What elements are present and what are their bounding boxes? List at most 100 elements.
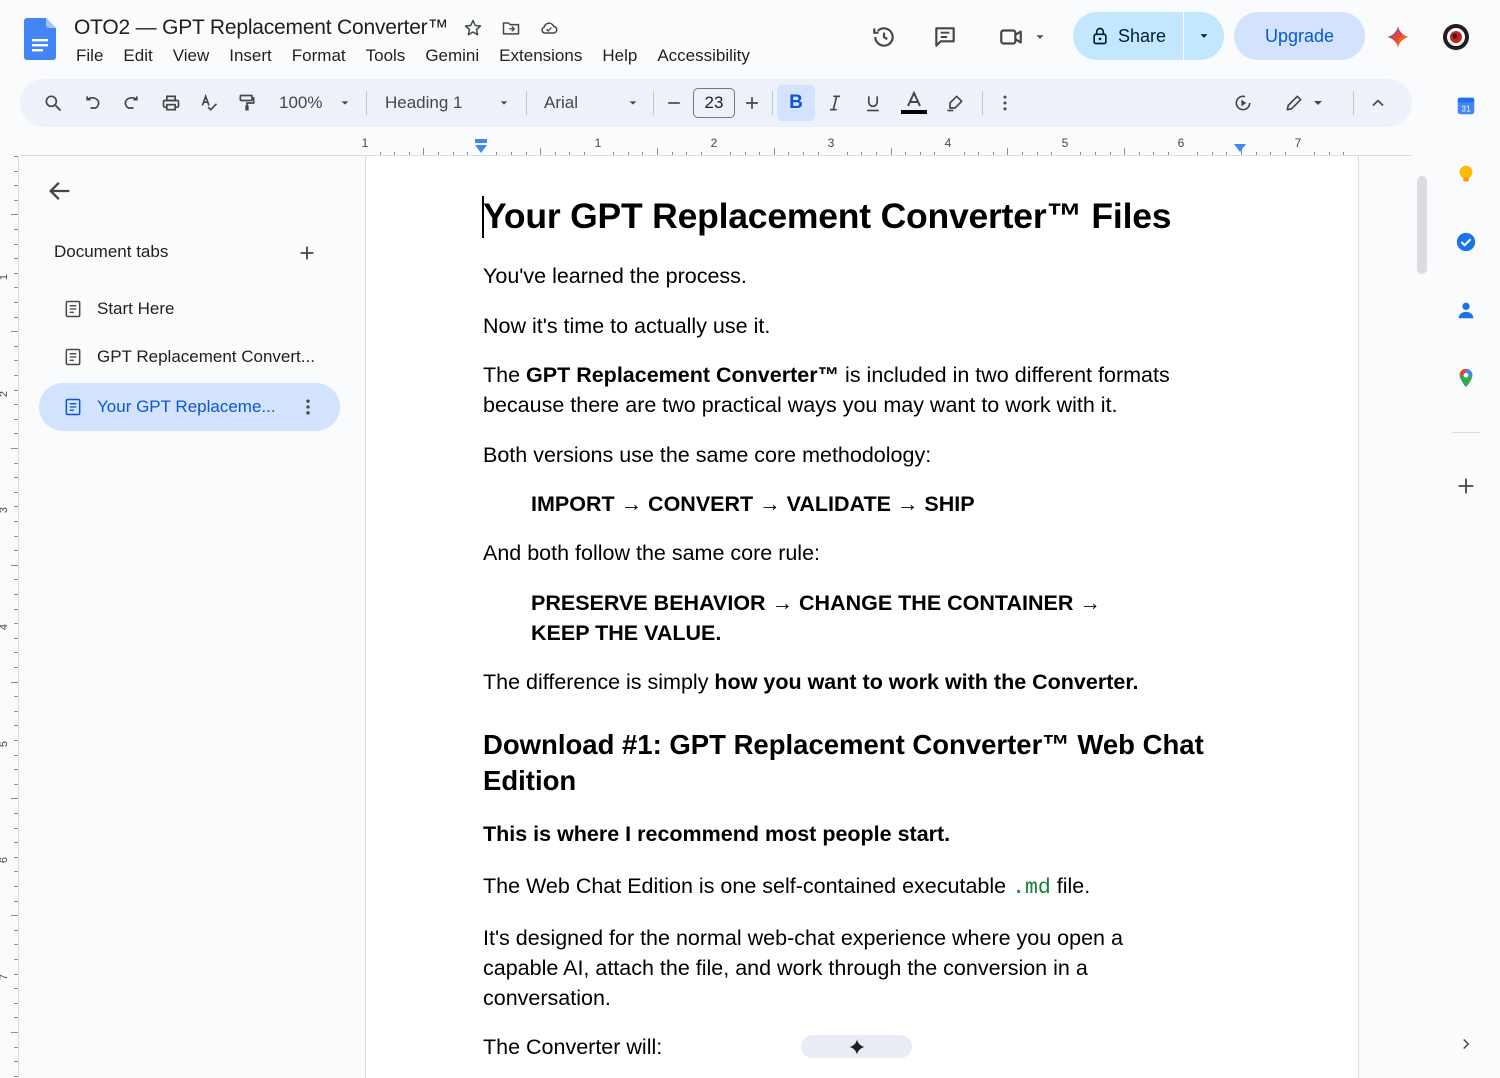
document-title[interactable]: OTO2 — GPT Replacement Converter™ (74, 16, 448, 40)
contacts-icon[interactable] (1452, 296, 1480, 324)
toolbar-divider (772, 91, 773, 115)
gemini-assist-chip[interactable] (801, 1035, 912, 1058)
paragraph-style-select[interactable]: Heading 1 (385, 89, 509, 117)
paragraph: The difference is simply how you want to… (483, 667, 1138, 697)
right-indent-marker-icon[interactable] (1233, 143, 1247, 153)
undo-icon[interactable] (80, 89, 106, 117)
ruler-number: 1 (0, 274, 10, 280)
share-button[interactable]: Share (1073, 12, 1183, 60)
menu-gemini[interactable]: Gemini (415, 44, 489, 68)
menu-accessibility[interactable]: Accessibility (647, 44, 760, 68)
meet-icon[interactable] (996, 22, 1026, 52)
menu-extensions[interactable]: Extensions (489, 44, 592, 68)
menu-insert[interactable]: Insert (219, 44, 282, 68)
redo-icon[interactable] (118, 89, 144, 117)
docs-logo-icon[interactable] (24, 18, 56, 60)
title-row: OTO2 — GPT Replacement Converter™ (74, 14, 562, 42)
menu-help[interactable]: Help (592, 44, 647, 68)
menu-file[interactable]: File (66, 44, 113, 68)
highlight-color-icon[interactable] (942, 89, 968, 117)
paragraph: conversation. (483, 986, 611, 1010)
ruler-number: 4 (0, 624, 10, 630)
formatting-toolbar: 100% Heading 1 Arial 23 B (20, 79, 1412, 127)
toolbar-divider (982, 91, 983, 115)
ruler-number: 3 (827, 136, 835, 150)
star-icon[interactable] (460, 15, 486, 41)
add-tab-icon[interactable] (296, 242, 318, 264)
text-color-icon[interactable] (899, 89, 929, 117)
font-select[interactable]: Arial (544, 89, 638, 117)
text-run: The difference is simply (483, 670, 715, 694)
document-icon (65, 398, 81, 416)
left-indent-marker-icon[interactable] (474, 139, 488, 154)
paragraph: The Web Chat Edition is one self-contain… (483, 871, 1090, 903)
keep-icon[interactable] (1452, 160, 1480, 188)
ruler-number: 2 (710, 136, 718, 150)
vertical-scrollbar[interactable] (1417, 176, 1427, 274)
increase-font-size-icon[interactable] (741, 89, 763, 117)
font-size-input[interactable]: 23 (693, 88, 735, 118)
back-arrow-icon[interactable] (46, 177, 74, 205)
move-folder-icon[interactable] (498, 15, 524, 41)
tasks-icon[interactable] (1452, 228, 1480, 256)
print-icon[interactable] (158, 89, 184, 117)
menu-format[interactable]: Format (282, 44, 356, 68)
paragraph: It's designed for the normal web-chat ex… (483, 926, 1123, 950)
share-label: Share (1117, 25, 1167, 46)
bold-text: how you want to work with the Converter. (714, 670, 1139, 694)
tab-options-icon[interactable] (298, 397, 318, 417)
paint-format-icon[interactable] (234, 89, 260, 117)
hide-menus-icon[interactable] (1365, 89, 1391, 117)
ruler-number: 6 (0, 857, 10, 863)
paragraph: And both follow the same core rule: (483, 541, 821, 565)
menu-bar: File Edit View Insert Format Tools Gemin… (66, 44, 760, 68)
upgrade-button[interactable]: Upgrade (1234, 12, 1365, 60)
voice-typing-icon[interactable] (1229, 89, 1257, 117)
menu-view[interactable]: View (163, 44, 220, 68)
tab-start-here[interactable]: Start Here (39, 285, 340, 333)
search-menus-icon[interactable] (40, 89, 66, 117)
menu-edit[interactable]: Edit (113, 44, 162, 68)
chevron-down-icon (1314, 101, 1322, 105)
paragraph: The Converter will: (483, 1035, 663, 1059)
vertical-ruler[interactable]: 1 2 3 4 5 6 7 (0, 156, 18, 1078)
ruler-number: 1 (361, 136, 369, 150)
tab-your-gpt-replacement[interactable]: Your GPT Replaceme... (39, 383, 340, 431)
menu-tools[interactable]: Tools (356, 44, 416, 68)
zoom-select[interactable]: 100% (279, 89, 355, 117)
meet-dropdown-icon[interactable] (1030, 22, 1050, 52)
gemini-icon[interactable] (1383, 22, 1413, 52)
ruler-number: 7 (0, 974, 10, 980)
vertical-ruler-divider (18, 156, 19, 1078)
account-avatar[interactable] (1441, 22, 1471, 52)
bold-button[interactable]: B (777, 85, 815, 121)
comments-icon[interactable] (930, 22, 960, 52)
underline-icon[interactable] (860, 89, 886, 117)
tab-label: Your GPT Replaceme... (97, 397, 276, 416)
document-page[interactable]: Your GPT Replacement Converter™ Files Yo… (365, 156, 1359, 1078)
share-dropdown-button[interactable] (1184, 12, 1224, 60)
decrease-font-size-icon[interactable] (663, 89, 685, 117)
tab-gpt-replacement-converter[interactable]: GPT Replacement Convert... (39, 333, 340, 381)
ruler-tick (11, 331, 18, 333)
italic-icon[interactable] (822, 89, 848, 117)
ruler-number: 1 (594, 136, 602, 150)
svg-text:31: 31 (1461, 105, 1471, 114)
version-history-icon[interactable] (869, 22, 899, 52)
tab-label: Start Here (97, 299, 175, 318)
lock-icon (1093, 27, 1107, 45)
ruler-number: 4 (944, 136, 952, 150)
add-addon-icon[interactable] (1452, 472, 1480, 500)
cloud-saved-icon[interactable] (536, 15, 562, 41)
methodology-line: IMPORT → CONVERT → VALIDATE → SHIP (531, 492, 975, 516)
maps-icon[interactable] (1452, 364, 1480, 392)
editing-mode-select[interactable] (1280, 89, 1328, 117)
chevron-down-icon (629, 101, 637, 105)
horizontal-ruler[interactable]: 1 1 2 3 4 5 6 7 (361, 134, 1359, 156)
calendar-icon[interactable]: 31 (1452, 92, 1480, 120)
text-run: The Web Chat Edition is one self-contain… (483, 874, 1013, 898)
expand-side-panel-icon[interactable] (1452, 1030, 1480, 1058)
spellcheck-icon[interactable] (196, 89, 222, 117)
more-options-icon[interactable] (993, 89, 1017, 117)
sparkle-icon (849, 1039, 864, 1054)
